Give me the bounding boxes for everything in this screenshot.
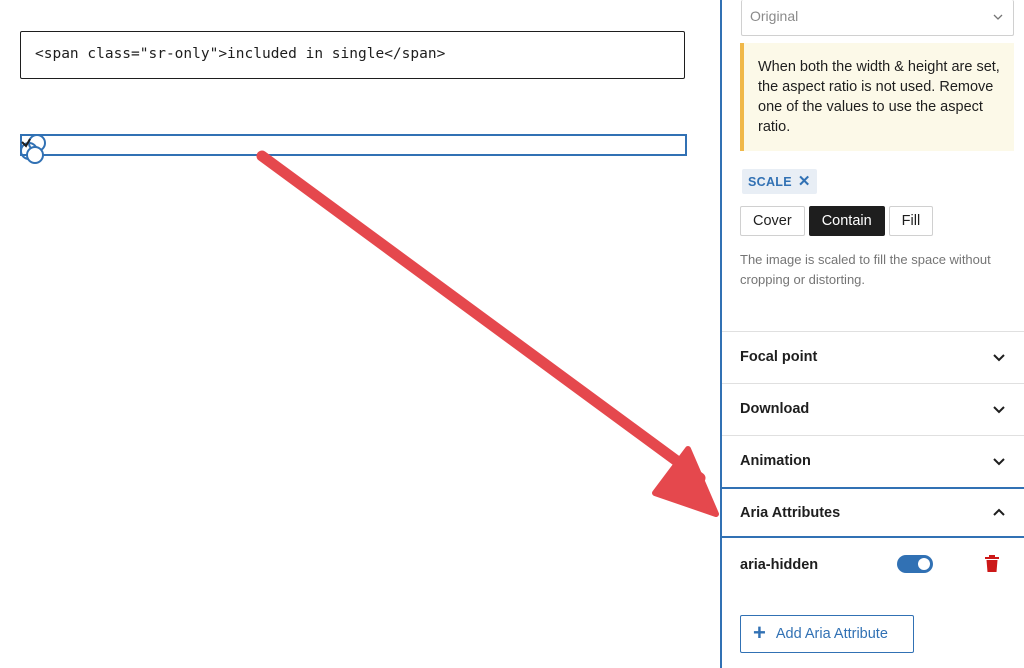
- chevron-up-icon: [993, 508, 1005, 516]
- editor-canvas: <span class="sr-only">included in single…: [0, 0, 720, 668]
- panel-title: Aria Attributes: [740, 504, 841, 521]
- image-block[interactable]: [20, 134, 687, 164]
- chevron-down-icon: [993, 14, 1003, 20]
- panel-title: Focal point: [740, 349, 818, 365]
- close-icon[interactable]: ✕: [798, 174, 811, 189]
- scale-option-contain[interactable]: Contain: [808, 206, 885, 236]
- panel-focal-point[interactable]: Focal point: [722, 331, 1024, 382]
- aria-attribute-row: aria-hidden: [740, 552, 1010, 578]
- add-aria-attribute-label: Add Aria Attribute: [775, 626, 888, 642]
- toggle-knob: [918, 558, 930, 570]
- chevron-down-icon: [993, 406, 1005, 414]
- trash-icon[interactable]: [984, 555, 1000, 573]
- scale-option-fill[interactable]: Fill: [888, 206, 934, 236]
- scale-help-text: The image is scaled to fill the space wi…: [740, 252, 991, 287]
- aspect-ratio-notice: When both the width & height are set, th…: [740, 43, 1014, 151]
- scale-option-cover[interactable]: Cover: [740, 206, 805, 236]
- image-placeholder-icon: [20, 134, 46, 164]
- panel-download[interactable]: Download: [722, 383, 1024, 434]
- aria-attribute-name: aria-hidden: [740, 557, 819, 573]
- scale-tag-label: SCALE: [748, 174, 792, 189]
- scale-toggle-group: Cover Contain Fill: [740, 206, 934, 236]
- scale-tag[interactable]: SCALE ✕: [742, 169, 817, 194]
- panel-animation[interactable]: Animation: [722, 435, 1024, 486]
- panel-aria-attributes[interactable]: Aria Attributes: [720, 487, 1024, 538]
- settings-sidebar: Original When both the width & height ar…: [720, 0, 1024, 668]
- panel-title: Animation: [740, 453, 811, 469]
- add-aria-attribute-button[interactable]: + Add Aria Attribute: [740, 615, 914, 653]
- panel-title: Download: [740, 401, 810, 417]
- aria-hidden-toggle[interactable]: [897, 555, 933, 573]
- aspect-ratio-select[interactable]: Original: [741, 0, 1014, 36]
- chevron-down-icon: [993, 354, 1005, 362]
- chevron-down-icon: [993, 458, 1005, 466]
- plus-icon: +: [753, 620, 766, 645]
- code-block[interactable]: <span class="sr-only">included in single…: [20, 31, 685, 79]
- aspect-ratio-value: Original: [750, 8, 799, 24]
